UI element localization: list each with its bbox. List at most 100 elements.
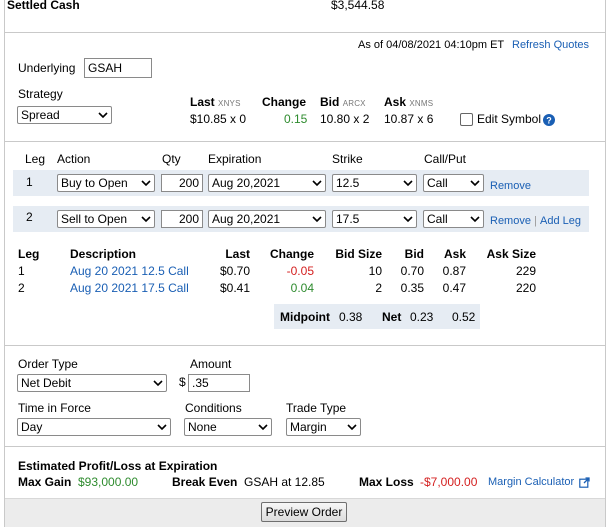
refresh-quotes-link[interactable]: Refresh Quotes (512, 39, 589, 51)
link-separator: | (534, 215, 537, 227)
bid-value: 10.80 x 2 (320, 112, 370, 126)
ask-exchange: XNMS (409, 99, 434, 108)
trade-type-label: Trade Type (286, 401, 347, 415)
leg-expiration-select[interactable]: Aug 20,2021 (208, 174, 326, 192)
leg-number: 2 (26, 210, 33, 224)
leg-action-select[interactable]: Buy to Open (57, 174, 155, 192)
underlying-input[interactable]: GSAH (84, 58, 152, 78)
bid-exchange: ARCX (342, 99, 366, 108)
row-ask-size: 220 (515, 281, 536, 295)
break-even-value: GSAH at 12.85 (244, 475, 325, 489)
chevron-down-icon (470, 180, 480, 187)
row-leg: 1 (18, 264, 25, 278)
external-link-icon[interactable] (579, 477, 590, 488)
midpoint-label: Midpoint (280, 310, 330, 324)
add-leg-link[interactable]: Add Leg (540, 215, 581, 227)
legs-header-strike: Strike (332, 152, 363, 166)
leg-strike-select[interactable]: 17.5 (332, 210, 417, 228)
order-type-select[interactable]: Net Debit (17, 374, 167, 392)
divider (5, 141, 606, 142)
row-change: 0.04 (290, 281, 314, 295)
amount-input[interactable]: .35 (188, 374, 250, 392)
legs-header-callput: Call/Put (424, 152, 467, 166)
remove-leg-link[interactable]: Remove (490, 215, 531, 227)
margin-calculator-link[interactable]: Margin Calculator (488, 476, 574, 488)
table-header-leg: Leg (18, 247, 40, 261)
row-bid: 0.35 (400, 281, 424, 295)
help-icon[interactable]: ? (543, 114, 555, 126)
chevron-down-icon (258, 424, 268, 431)
row-bid: 0.70 (400, 264, 424, 278)
last-exchange: XNYS (218, 99, 241, 108)
legs-header-leg: Leg (25, 152, 46, 166)
net-ask: 0.52 (452, 310, 476, 324)
leg-qty-input[interactable]: 200 (161, 174, 203, 192)
time-in-force-select[interactable]: Day (17, 418, 171, 436)
table-header-ask-size: Ask Size (486, 247, 536, 261)
change-label: Change (262, 95, 307, 109)
quote-timestamp: As of 04/08/2021 04:10pm ET (358, 39, 505, 51)
row-bid-size: 2 (375, 281, 382, 295)
leg-callput-value: Call (427, 212, 448, 226)
amount-currency: $ (179, 375, 186, 389)
change-value: 0.15 (284, 112, 308, 126)
leg-number: 1 (26, 175, 33, 189)
leg-strike-select[interactable]: 12.5 (332, 174, 417, 192)
divider (5, 32, 606, 33)
row-change: -0.05 (286, 264, 314, 278)
amount-label: Amount (190, 357, 232, 371)
leg-strike-value: 12.5 (336, 176, 360, 190)
leg-qty-input[interactable]: 200 (161, 210, 203, 228)
max-loss-label: Max Loss (359, 475, 414, 489)
row-last: $0.70 (219, 264, 250, 278)
legs-header-qty: Qty (162, 152, 181, 166)
row-bid-size: 10 (368, 264, 382, 278)
row-description-link[interactable]: Aug 20 2021 12.5 Call (70, 264, 189, 278)
edit-symbol-label: Edit Symbol (477, 112, 542, 126)
chevron-down-icon (470, 216, 480, 223)
settled-cash-label: Settled Cash (7, 0, 80, 12)
leg-expiration-value: Aug 20,2021 (212, 212, 281, 226)
chevron-down-icon (403, 180, 413, 187)
svg-text:?: ? (546, 116, 552, 126)
midpoint-value: 0.38 (339, 310, 363, 324)
break-even-label: Break Even (172, 475, 238, 489)
chevron-down-icon (141, 180, 151, 187)
order-type-label: Order Type (18, 357, 78, 371)
conditions-select[interactable]: None (184, 418, 272, 436)
chevron-down-icon (403, 216, 413, 223)
leg-callput-select[interactable]: Call (423, 210, 484, 228)
leg-callput-value: Call (427, 176, 448, 190)
table-header-description: Description (70, 247, 137, 261)
bid-header: Bid ARCX (320, 95, 366, 109)
conditions-label: Conditions (185, 401, 242, 415)
strategy-label: Strategy (18, 87, 63, 101)
row-ask: 0.47 (442, 281, 466, 295)
bid-label: Bid (320, 95, 340, 109)
row-ask-size: 229 (515, 264, 536, 278)
leg-action-select[interactable]: Sell to Open (57, 210, 155, 228)
order-type-value: Net Debit (21, 376, 72, 390)
trade-type-select[interactable]: Margin (286, 418, 361, 436)
max-gain-value: $93,000.00 (78, 475, 139, 489)
leg-callput-select[interactable]: Call (423, 174, 484, 192)
settled-cash-value: $3,544.58 (331, 0, 385, 12)
chevron-down-icon (347, 424, 357, 431)
preview-order-button[interactable]: Preview Order (261, 502, 347, 522)
edit-symbol-checkbox[interactable] (460, 113, 473, 126)
chevron-down-icon (312, 180, 322, 187)
ask-header: Ask XNMS (384, 95, 433, 109)
ask-label: Ask (384, 95, 407, 109)
table-header-ask: Ask (443, 247, 466, 261)
net-bid: 0.23 (410, 310, 434, 324)
leg-expiration-select[interactable]: Aug 20,2021 (208, 210, 326, 228)
strategy-select[interactable]: Spread (17, 106, 112, 124)
row-description-link[interactable]: Aug 20 2021 17.5 Call (70, 281, 189, 295)
trade-type-value: Margin (290, 420, 327, 434)
chevron-down-icon (98, 112, 108, 119)
max-gain-label: Max Gain (18, 475, 72, 489)
divider (5, 446, 606, 447)
remove-leg-link[interactable]: Remove (490, 180, 531, 192)
leg-strike-value: 17.5 (336, 212, 360, 226)
table-header-change: Change (269, 247, 314, 261)
